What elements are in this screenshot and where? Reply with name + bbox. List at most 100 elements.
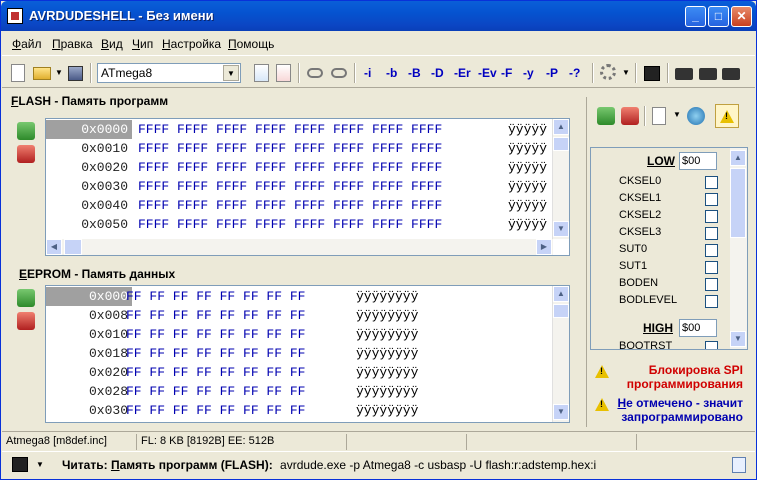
scroll-left-icon[interactable]: ◀ xyxy=(46,239,62,255)
scroll-up-icon[interactable]: ▲ xyxy=(553,119,569,135)
fuse-bit-checkbox[interactable] xyxy=(705,227,718,240)
hex-ascii[interactable]: ÿÿÿÿÿ xyxy=(508,120,547,139)
flash-hex-view[interactable]: 0x0000 FFFF FFFF FFFF FFFF FFFF FFFF FFFF… xyxy=(45,118,570,256)
terminal-dropdown-icon[interactable]: ▼ xyxy=(36,460,44,469)
option-b-button[interactable]: -b xyxy=(386,66,397,80)
terminal-icon[interactable] xyxy=(644,66,660,81)
hex-bytes[interactable]: FF FF FF FF FF FF FF FF xyxy=(126,344,305,363)
hex-bytes[interactable]: FF FF FF FF FF FF FF FF xyxy=(126,306,305,325)
hex-bytes[interactable]: FF FF FF FF FF FF FF FF xyxy=(126,401,305,420)
fuse-checklist-icon[interactable] xyxy=(652,107,666,125)
option-F-button[interactable]: -F xyxy=(501,66,512,80)
hex-ascii[interactable]: ÿÿÿÿÿÿÿÿ xyxy=(356,363,418,382)
menu-edit[interactable]: Правка xyxy=(52,37,93,51)
option-D-button[interactable]: -D xyxy=(431,66,444,80)
hex-bytes[interactable]: FFFF FFFF FFFF FFFF FFFF FFFF FFFF FFFF xyxy=(138,158,442,177)
new-file-icon[interactable] xyxy=(11,64,25,82)
fuse-write-icon[interactable] xyxy=(621,107,639,125)
hex-bytes[interactable]: FFFF FFFF FFFF FFFF FFFF FFFF FFFF FFFF xyxy=(138,177,442,196)
hex-ascii[interactable]: ÿÿÿÿÿ xyxy=(508,158,547,177)
hex-ascii[interactable]: ÿÿÿÿÿÿÿÿ xyxy=(356,382,418,401)
hex-ascii[interactable]: ÿÿÿÿÿÿÿÿ xyxy=(356,325,418,344)
edit-note-icon[interactable] xyxy=(254,64,269,82)
option-help-button[interactable]: -? xyxy=(569,66,580,80)
open-dropdown-icon[interactable]: ▼ xyxy=(55,68,63,77)
eeprom-read-icon[interactable] xyxy=(17,289,35,307)
hex-bytes[interactable]: FF FF FF FF FF FF FF FF xyxy=(126,363,305,382)
eeprom-hex-view[interactable]: 0x000 FF FF FF FF FF FF FF FF ÿÿÿÿÿÿÿÿ 0x00… xyxy=(45,285,570,423)
edit-note-alt-icon[interactable] xyxy=(276,64,291,82)
option-y-button[interactable]: -y xyxy=(523,66,534,80)
fuse-vertical-scrollbar[interactable]: ▲ ▼ xyxy=(730,148,747,349)
flash-vertical-scrollbar[interactable]: ▲ ▼ xyxy=(552,119,569,239)
menu-file[interactable]: Файл xyxy=(12,37,42,51)
open-folder-icon[interactable] xyxy=(33,67,51,80)
title-bar[interactable]: AVRDUDESHELL - Без имени _ □ ✕ xyxy=(1,1,756,31)
scroll-down-icon[interactable]: ▼ xyxy=(730,331,746,347)
hex-ascii[interactable]: ÿÿÿÿÿÿÿÿ xyxy=(356,287,418,306)
fuse-list[interactable]: LOW $00 CKSEL0 CKSEL1 CKSEL2 CKSEL3 SUT0 SUT1… xyxy=(590,147,748,350)
hex-ascii[interactable]: ÿÿÿÿÿÿÿÿ xyxy=(356,306,418,325)
eeprom-vertical-scrollbar[interactable]: ▲ ▼ xyxy=(552,286,569,422)
low-fuse-input[interactable]: $00 xyxy=(679,152,717,170)
link-icon[interactable] xyxy=(307,68,323,78)
hex-bytes[interactable]: FFFF FFFF FFFF FFFF FFFF FFFF FFFF FFFF xyxy=(138,215,442,234)
option-i-button[interactable]: -i xyxy=(364,66,371,80)
save-icon[interactable] xyxy=(68,66,83,81)
flash-horizontal-scrollbar[interactable]: ◀ ▶ xyxy=(46,239,553,255)
option-Er-button[interactable]: -Er xyxy=(454,66,471,80)
close-button[interactable]: ✕ xyxy=(731,6,752,27)
scroll-down-icon[interactable]: ▼ xyxy=(553,221,569,237)
eeprom-write-icon[interactable] xyxy=(17,312,35,330)
fuse-dropdown-icon[interactable]: ▼ xyxy=(673,110,681,119)
flash-write-icon[interactable] xyxy=(17,145,35,163)
hex-ascii[interactable]: ÿÿÿÿÿ xyxy=(508,177,547,196)
flash-read-icon[interactable] xyxy=(17,122,35,140)
device-select[interactable]: ATmega8 ▼ xyxy=(97,63,241,83)
hex-bytes[interactable]: FFFF FFFF FFFF FFFF FFFF FFFF FFFF FFFF xyxy=(138,120,442,139)
hex-ascii[interactable]: ÿÿÿÿÿ xyxy=(508,196,547,215)
globe-icon[interactable] xyxy=(687,107,705,125)
gear-icon[interactable] xyxy=(600,64,616,80)
fuse-bit-checkbox[interactable] xyxy=(705,341,718,349)
hex-ascii[interactable]: ÿÿÿÿÿ xyxy=(508,215,547,234)
high-fuse-input[interactable]: $00 xyxy=(679,319,717,337)
hex-ascii[interactable]: ÿÿÿÿÿÿÿÿ xyxy=(356,401,418,420)
hex-bytes[interactable]: FF FF FF FF FF FF FF FF xyxy=(126,382,305,401)
hex-bytes[interactable]: FFFF FFFF FFFF FFFF FFFF FFFF FFFF FFFF xyxy=(138,139,442,158)
scroll-down-icon[interactable]: ▼ xyxy=(553,404,569,420)
scroll-thumb-h[interactable] xyxy=(64,239,82,255)
maximize-button[interactable]: □ xyxy=(708,6,729,27)
scroll-right-icon[interactable]: ▶ xyxy=(536,239,552,255)
hex-ascii[interactable]: ÿÿÿÿÿ xyxy=(508,139,547,158)
hex-bytes[interactable]: FF FF FF FF FF FF FF FF xyxy=(126,325,305,344)
chevron-down-icon[interactable]: ▼ xyxy=(223,65,239,81)
chip-red-icon[interactable] xyxy=(699,68,717,80)
hex-bytes[interactable]: FF FF FF FF FF FF FF FF xyxy=(126,287,305,306)
scroll-thumb[interactable] xyxy=(553,304,569,318)
chip-erase-icon[interactable] xyxy=(722,68,740,80)
option-P-button[interactable]: -P xyxy=(546,66,558,80)
chip-green-icon[interactable] xyxy=(675,68,693,80)
fuse-bit-checkbox[interactable] xyxy=(705,210,718,223)
option-Ev-button[interactable]: -Ev xyxy=(478,66,497,80)
scroll-thumb[interactable] xyxy=(730,168,746,238)
menu-view[interactable]: Вид xyxy=(101,37,123,51)
fuse-read-icon[interactable] xyxy=(597,107,615,125)
copy-icon[interactable] xyxy=(732,457,746,473)
minimize-button[interactable]: _ xyxy=(685,6,706,27)
menu-settings[interactable]: Настройка xyxy=(162,37,221,51)
fuse-bit-checkbox[interactable] xyxy=(705,278,718,291)
warning-toggle-button[interactable] xyxy=(715,104,739,128)
scroll-thumb[interactable] xyxy=(553,137,569,151)
menu-chip[interactable]: Чип xyxy=(132,37,153,51)
hex-bytes[interactable]: FFFF FFFF FFFF FFFF FFFF FFFF FFFF FFFF xyxy=(138,196,442,215)
fuse-bit-checkbox[interactable] xyxy=(705,261,718,274)
menu-help[interactable]: Помощь xyxy=(228,37,274,51)
gear-dropdown-icon[interactable]: ▼ xyxy=(622,68,630,77)
option-B-button[interactable]: -B xyxy=(408,66,421,80)
unlink-icon[interactable] xyxy=(331,68,347,78)
fuse-bit-checkbox[interactable] xyxy=(705,193,718,206)
fuse-bit-checkbox[interactable] xyxy=(705,295,718,308)
hex-ascii[interactable]: ÿÿÿÿÿÿÿÿ xyxy=(356,344,418,363)
